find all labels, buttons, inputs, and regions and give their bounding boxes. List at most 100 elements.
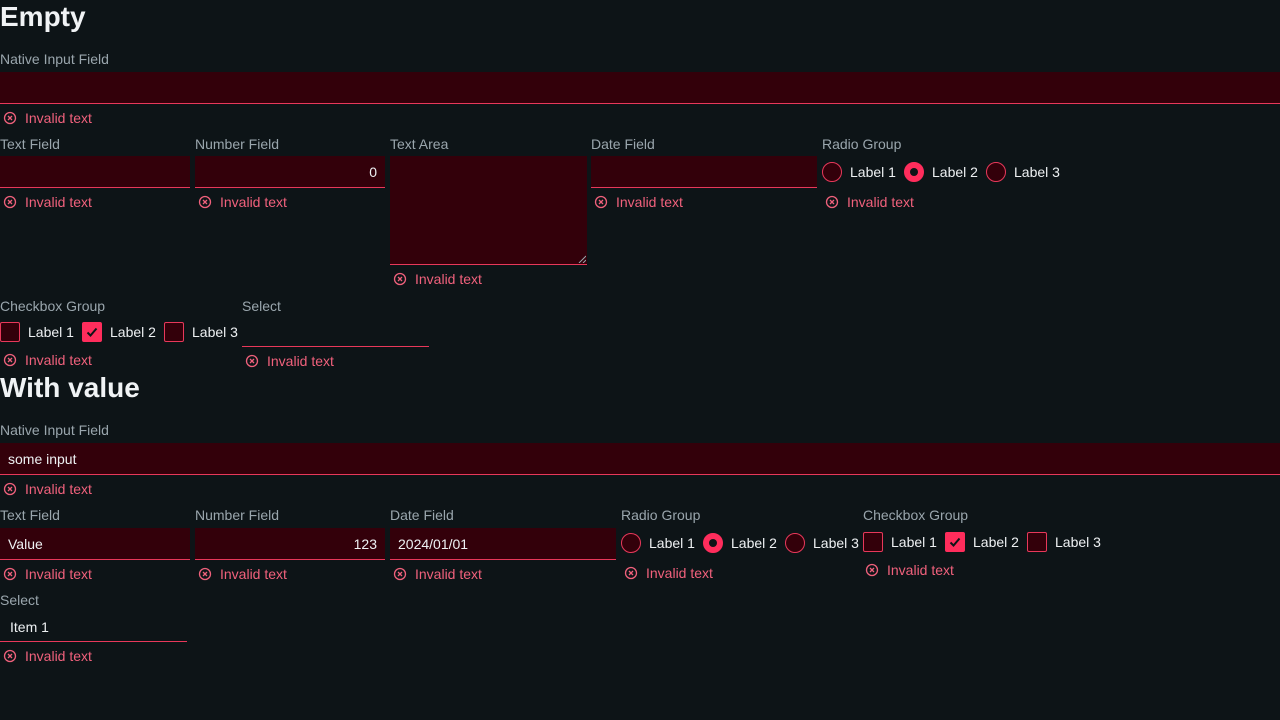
text-field-error: Invalid text [3, 565, 92, 583]
radio-button[interactable] [822, 162, 842, 182]
number-field-error: Invalid text [198, 565, 287, 583]
error-circle-x-icon [825, 195, 839, 209]
radio-option-2[interactable]: Label 2 [703, 533, 785, 553]
checkbox-option-3[interactable]: Label 3 [164, 322, 238, 342]
text-field-label: Text Field [0, 507, 60, 523]
error-text: Invalid text [415, 271, 482, 287]
text-area-label: Text Area [390, 136, 449, 152]
error-circle-x-icon [393, 567, 407, 581]
radio-label: Label 3 [813, 535, 859, 551]
checkbox[interactable] [863, 532, 883, 552]
radio-label: Label 2 [731, 535, 777, 551]
native-input-error: Invalid text [3, 109, 92, 127]
checkbox-group-label: Checkbox Group [863, 507, 969, 523]
date-field[interactable] [591, 156, 817, 188]
resize-handle-icon[interactable] [578, 255, 586, 263]
radio-label: Label 1 [649, 535, 695, 551]
error-circle-x-icon [3, 195, 17, 209]
checkbox-option-2[interactable]: Label 2 [945, 532, 1027, 552]
date-field-label: Date Field [390, 507, 454, 523]
radio-button[interactable] [621, 533, 641, 553]
checkbox-label: Label 1 [891, 534, 937, 550]
select-error: Invalid text [3, 647, 92, 665]
radio-option-1[interactable]: Label 1 [822, 162, 904, 182]
checkbox[interactable] [164, 322, 184, 342]
number-field[interactable]: 0 [195, 156, 385, 188]
radio-button-selected[interactable] [904, 162, 924, 182]
error-text: Invalid text [25, 352, 92, 368]
select-field[interactable] [242, 317, 429, 347]
error-circle-x-icon [198, 195, 212, 209]
date-field-error: Invalid text [393, 565, 482, 583]
checkbox-option-1[interactable]: Label 1 [0, 322, 82, 342]
radio-group: Label 1 Label 2 Label 3 [621, 533, 859, 553]
error-circle-x-icon [245, 354, 259, 368]
text-field[interactable]: Value [0, 528, 190, 560]
date-field-label: Date Field [591, 136, 655, 152]
checkbox-checked[interactable] [82, 322, 102, 342]
checkbox-checked[interactable] [945, 532, 965, 552]
checkbox-group: Label 1 Label 2 Label 3 [0, 322, 238, 342]
text-field-error: Invalid text [3, 193, 92, 211]
error-text: Invalid text [847, 194, 914, 210]
radio-group-error: Invalid text [624, 564, 713, 582]
radio-option-3[interactable]: Label 3 [785, 533, 859, 553]
checkbox[interactable] [1027, 532, 1047, 552]
radio-button[interactable] [785, 533, 805, 553]
native-input-field[interactable] [0, 72, 1280, 104]
text-field-label: Text Field [0, 136, 60, 152]
error-text: Invalid text [887, 562, 954, 578]
error-circle-x-icon [3, 567, 17, 581]
checkbox-option-1[interactable]: Label 1 [863, 532, 945, 552]
error-text: Invalid text [220, 194, 287, 210]
error-circle-x-icon [3, 649, 17, 663]
checkmark-icon [949, 537, 961, 547]
select-field[interactable]: Item 1 [0, 612, 187, 642]
radio-button-selected[interactable] [703, 533, 723, 553]
radio-label: Label 2 [932, 164, 978, 180]
number-field-label: Number Field [195, 136, 280, 152]
native-input-field[interactable]: some input [0, 443, 1280, 475]
error-text: Invalid text [25, 566, 92, 582]
radio-option-1[interactable]: Label 1 [621, 533, 703, 553]
checkbox-option-3[interactable]: Label 3 [1027, 532, 1101, 552]
radio-group-label: Radio Group [822, 136, 902, 152]
error-text: Invalid text [267, 353, 334, 369]
select-label: Select [0, 592, 39, 608]
radio-label: Label 1 [850, 164, 896, 180]
select-label: Select [242, 298, 281, 314]
error-circle-x-icon [865, 563, 879, 577]
checkbox-label: Label 2 [110, 324, 156, 340]
date-field-error: Invalid text [594, 193, 683, 211]
date-field[interactable]: 2024/01/01 [390, 528, 616, 560]
number-field-label: Number Field [195, 507, 280, 523]
checkbox-label: Label 2 [973, 534, 1019, 550]
number-field[interactable]: 123 [195, 528, 385, 560]
checkbox-group: Label 1 Label 2 Label 3 [863, 532, 1101, 552]
error-circle-x-icon [624, 566, 638, 580]
checkbox-group-error: Invalid text [865, 561, 954, 579]
checkbox-group-label: Checkbox Group [0, 298, 106, 314]
checkbox-label: Label 3 [1055, 534, 1101, 550]
text-field[interactable] [0, 156, 190, 188]
checkbox-label: Label 1 [28, 324, 74, 340]
error-text: Invalid text [25, 194, 92, 210]
checkbox-group-error: Invalid text [3, 351, 92, 369]
radio-option-2[interactable]: Label 2 [904, 162, 986, 182]
error-circle-x-icon [393, 272, 407, 286]
checkbox[interactable] [0, 322, 20, 342]
radio-option-3[interactable]: Label 3 [986, 162, 1060, 182]
error-circle-x-icon [3, 482, 17, 496]
error-text: Invalid text [646, 565, 713, 581]
native-input-label: Native Input Field [0, 51, 109, 67]
text-area[interactable] [390, 156, 587, 265]
radio-label: Label 3 [1014, 164, 1060, 180]
text-area-error: Invalid text [393, 270, 482, 288]
error-circle-x-icon [198, 567, 212, 581]
radio-button[interactable] [986, 162, 1006, 182]
checkbox-option-2[interactable]: Label 2 [82, 322, 164, 342]
error-text: Invalid text [25, 648, 92, 664]
native-input-error: Invalid text [3, 480, 92, 498]
error-text: Invalid text [25, 110, 92, 126]
number-field-error: Invalid text [198, 193, 287, 211]
